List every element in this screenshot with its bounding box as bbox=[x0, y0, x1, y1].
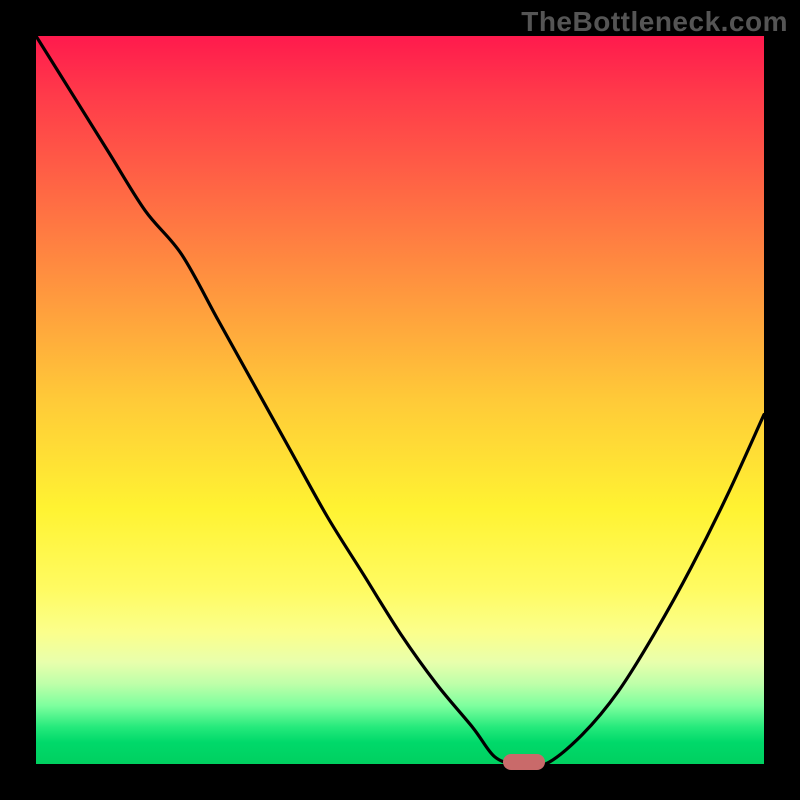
watermark-text: TheBottleneck.com bbox=[521, 6, 788, 38]
plot-area bbox=[36, 36, 764, 764]
bottleneck-curve-path bbox=[36, 36, 764, 764]
optimal-point-marker bbox=[503, 754, 545, 770]
bottleneck-curve-svg bbox=[36, 36, 764, 764]
